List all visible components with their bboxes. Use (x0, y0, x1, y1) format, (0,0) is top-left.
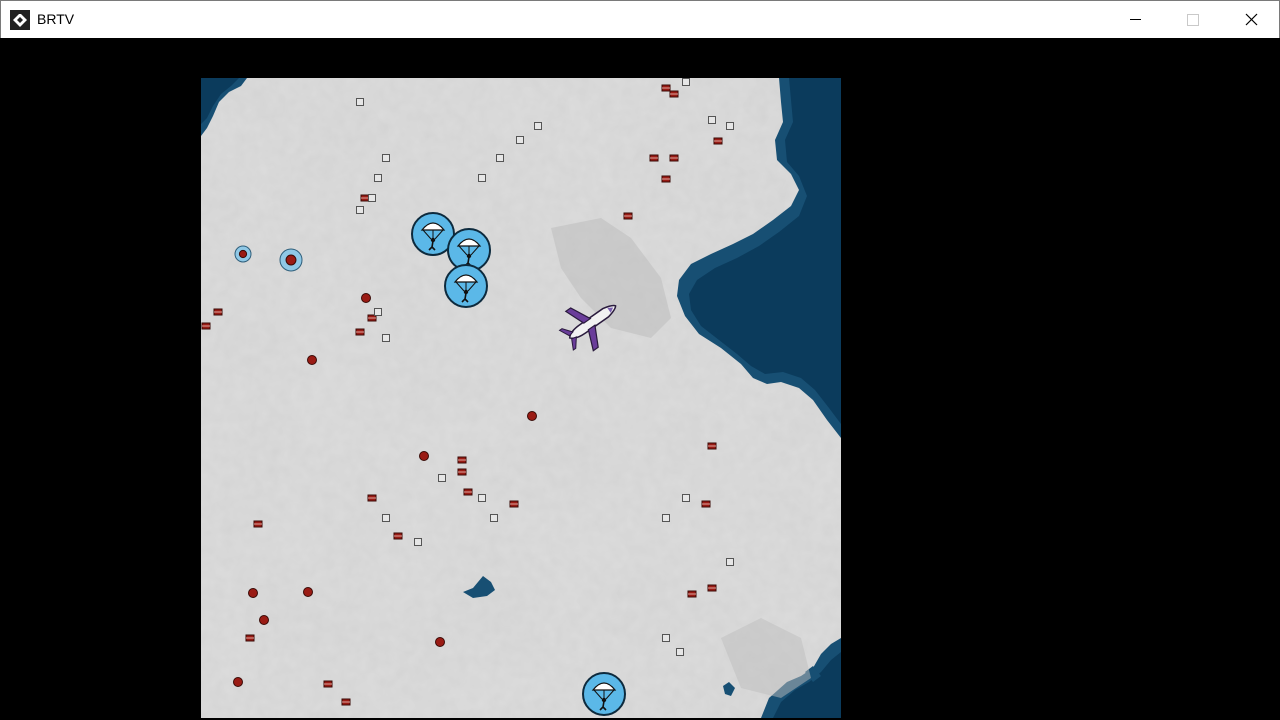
house-icon (457, 456, 467, 464)
house-icon (341, 698, 351, 706)
app-logo-icon (10, 10, 30, 30)
game-window: BRTV (0, 0, 1280, 720)
player-bubble-icon[interactable] (279, 248, 303, 272)
crate-icon (676, 648, 684, 656)
house-icon (687, 590, 697, 598)
loot-dot-icon (248, 588, 258, 598)
crate-icon (496, 154, 504, 162)
loot-dot-icon (361, 293, 371, 303)
house-icon (245, 634, 255, 642)
house-icon (669, 90, 679, 98)
window-title: BRTV (37, 11, 75, 27)
crate-icon (478, 174, 486, 182)
crate-icon (682, 78, 690, 86)
house-icon (463, 488, 473, 496)
house-icon (201, 322, 211, 330)
house-icon (661, 175, 671, 183)
loot-dot-icon (419, 451, 429, 461)
crate-icon (368, 194, 376, 202)
crate-icon (726, 558, 734, 566)
house-icon (393, 532, 403, 540)
parachute-icon[interactable] (582, 672, 626, 716)
game-map[interactable] (201, 78, 841, 718)
crate-icon (478, 494, 486, 502)
loot-dot-icon (307, 355, 317, 365)
house-icon (649, 154, 659, 162)
minimize-button[interactable] (1106, 1, 1164, 38)
loot-dot-icon (233, 677, 243, 687)
loot-dot-icon (435, 637, 445, 647)
maximize-icon (1187, 14, 1199, 26)
crate-icon (682, 494, 690, 502)
crate-icon (382, 514, 390, 522)
player-bubble-icon[interactable] (234, 245, 252, 263)
close-icon (1245, 13, 1258, 26)
house-icon (213, 308, 223, 316)
crate-icon (414, 538, 422, 546)
house-icon (623, 212, 633, 220)
house-icon (367, 494, 377, 502)
house-icon (355, 328, 365, 336)
crate-icon (356, 206, 364, 214)
title-bar[interactable]: BRTV (0, 0, 1280, 38)
crate-icon (374, 308, 382, 316)
house-icon (509, 500, 519, 508)
house-icon (707, 584, 717, 592)
crate-icon (374, 174, 382, 182)
house-icon (253, 520, 263, 528)
crate-icon (662, 634, 670, 642)
close-button[interactable] (1222, 1, 1280, 38)
crate-icon (534, 122, 542, 130)
map-sprites (201, 78, 734, 716)
crate-icon (438, 474, 446, 482)
crate-icon (708, 116, 716, 124)
minimize-icon (1130, 19, 1141, 20)
house-icon (707, 442, 717, 450)
airplane-icon[interactable] (553, 286, 630, 360)
loot-dot-icon (303, 587, 313, 597)
loot-dot-icon (527, 411, 537, 421)
house-icon (713, 137, 723, 145)
house-icon (360, 194, 370, 202)
parachute-icon[interactable] (444, 264, 488, 308)
house-icon (457, 468, 467, 476)
house-icon (669, 154, 679, 162)
house-icon (661, 84, 671, 92)
maximize-button[interactable] (1164, 1, 1222, 38)
game-viewport[interactable] (0, 38, 1280, 720)
crate-icon (516, 136, 524, 144)
crate-icon (382, 334, 390, 342)
crate-icon (726, 122, 734, 130)
crate-icon (490, 514, 498, 522)
crate-icon (382, 154, 390, 162)
crate-icon (356, 98, 364, 106)
house-icon (323, 680, 333, 688)
crate-icon (662, 514, 670, 522)
loot-dot-icon (259, 615, 269, 625)
house-icon (701, 500, 711, 508)
